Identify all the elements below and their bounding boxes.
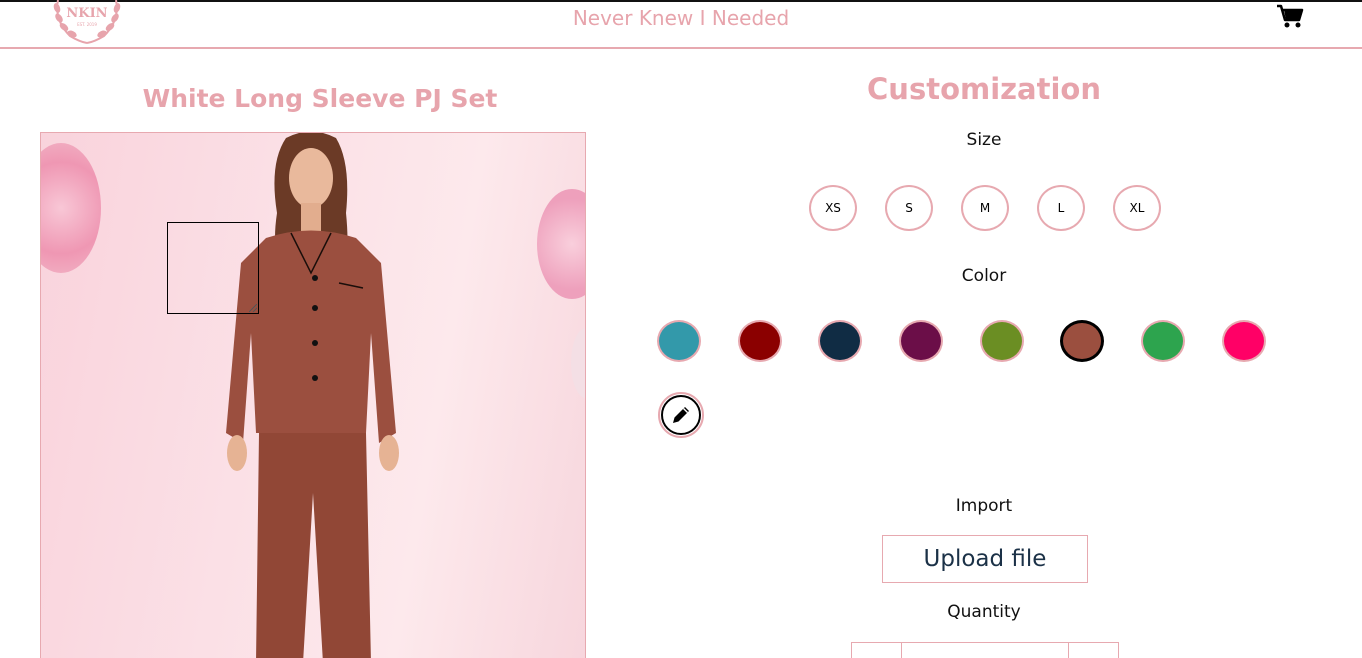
header-divider <box>0 47 1362 49</box>
custom-color-button[interactable] <box>658 392 704 438</box>
flower-decoration <box>537 189 585 299</box>
color-swatch-teal[interactable] <box>657 320 701 362</box>
cart-icon[interactable] <box>1276 4 1304 30</box>
color-label: Color <box>961 266 1007 286</box>
quantity-stepper <box>851 642 1119 658</box>
site-tagline: Never Knew I Needed <box>572 6 790 30</box>
product-image <box>40 132 586 658</box>
color-swatch-navy[interactable] <box>818 320 862 362</box>
quantity-increment-button[interactable] <box>1068 643 1118 658</box>
quantity-input[interactable] <box>902 643 1070 658</box>
site-header: NKIN EST. 2019 Never Knew I Needed <box>0 0 1362 48</box>
color-swatch-brown-selected[interactable] <box>1060 320 1104 362</box>
flower-decoration <box>571 328 585 398</box>
size-xl-button[interactable]: XL <box>1113 185 1161 231</box>
quantity-label: Quantity <box>947 602 1021 622</box>
color-swatch-dark-red[interactable] <box>738 320 782 362</box>
design-placement-box[interactable] <box>167 222 259 314</box>
flower-decoration <box>41 143 101 273</box>
color-swatch-green[interactable] <box>1141 320 1185 362</box>
color-swatch-olive[interactable] <box>980 320 1024 362</box>
size-m-button[interactable]: M <box>961 185 1009 231</box>
color-swatch-plum[interactable] <box>899 320 943 362</box>
customization-title: Customization <box>867 72 1101 106</box>
color-swatch-pink[interactable] <box>1222 320 1266 362</box>
quantity-decrement-button[interactable] <box>852 643 902 658</box>
product-title: White Long Sleeve PJ Set <box>142 84 498 113</box>
import-label: Import <box>955 496 1013 516</box>
pencil-icon <box>661 395 701 435</box>
size-xs-button[interactable]: XS <box>809 185 857 231</box>
size-label: Size <box>966 130 1002 150</box>
size-l-button[interactable]: L <box>1037 185 1085 231</box>
upload-file-button[interactable]: Upload file <box>882 535 1088 583</box>
model-figure <box>226 133 399 658</box>
size-s-button[interactable]: S <box>885 185 933 231</box>
